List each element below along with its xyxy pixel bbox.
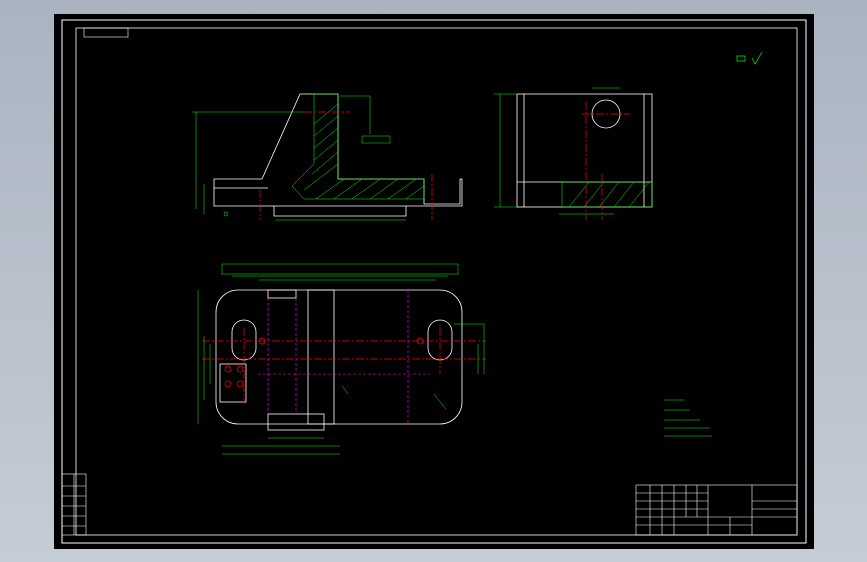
section-hatch [291, 93, 425, 200]
title-block [635, 484, 798, 536]
side-view [494, 87, 653, 220]
front-view [192, 93, 463, 221]
technical-notes [664, 399, 712, 437]
cad-viewport[interactable] [54, 14, 814, 549]
roughness-symbol-icon [736, 51, 763, 65]
revision-table [61, 473, 87, 536]
section-hatch-side [561, 181, 653, 208]
drawing-frame [61, 19, 807, 544]
top-view [197, 263, 486, 455]
engineering-drawing [61, 19, 807, 544]
threaded-holes [224, 337, 424, 388]
